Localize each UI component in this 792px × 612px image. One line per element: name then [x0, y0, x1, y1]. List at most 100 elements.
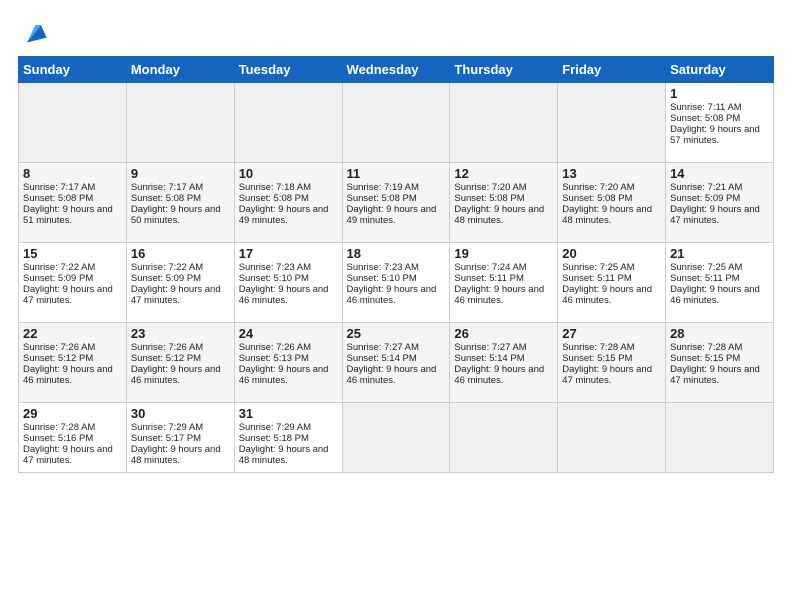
sunrise-text: Sunrise: 7:29 AM — [131, 422, 203, 433]
page-container: SundayMondayTuesdayWednesdayThursdayFrid… — [0, 0, 792, 483]
day-number: 27 — [562, 326, 661, 341]
weekday-header: Sunday — [19, 57, 127, 83]
sunrise-text: Sunrise: 7:25 AM — [670, 262, 742, 273]
day-number: 20 — [562, 246, 661, 261]
sunset-text: Sunset: 5:08 PM — [23, 193, 93, 204]
calendar-cell: 15Sunrise: 7:22 AMSunset: 5:09 PMDayligh… — [19, 243, 127, 323]
calendar-cell: 19Sunrise: 7:24 AMSunset: 5:11 PMDayligh… — [450, 243, 558, 323]
sunrise-text: Sunrise: 7:21 AM — [670, 182, 742, 193]
sunset-text: Sunset: 5:08 PM — [562, 193, 632, 204]
day-number: 25 — [347, 326, 446, 341]
weekday-header: Wednesday — [342, 57, 450, 83]
sunrise-text: Sunrise: 7:20 AM — [454, 182, 526, 193]
calendar-cell: 8Sunrise: 7:17 AMSunset: 5:08 PMDaylight… — [19, 163, 127, 243]
daylight-text: Daylight: 9 hours and 47 minutes. — [131, 284, 221, 306]
day-number: 18 — [347, 246, 446, 261]
daylight-text: Daylight: 9 hours and 49 minutes. — [347, 204, 437, 226]
daylight-text: Daylight: 9 hours and 57 minutes. — [670, 124, 760, 146]
calendar-cell: 24Sunrise: 7:26 AMSunset: 5:13 PMDayligh… — [234, 323, 342, 403]
calendar-cell — [19, 83, 127, 163]
logo — [18, 18, 48, 46]
calendar-cell: 16Sunrise: 7:22 AMSunset: 5:09 PMDayligh… — [126, 243, 234, 323]
sunset-text: Sunset: 5:15 PM — [670, 353, 740, 364]
sunrise-text: Sunrise: 7:22 AM — [131, 262, 203, 273]
calendar-cell: 28Sunrise: 7:28 AMSunset: 5:15 PMDayligh… — [666, 323, 774, 403]
calendar-cell: 12Sunrise: 7:20 AMSunset: 5:08 PMDayligh… — [450, 163, 558, 243]
day-number: 30 — [131, 406, 230, 421]
calendar-cell: 30Sunrise: 7:29 AMSunset: 5:17 PMDayligh… — [126, 403, 234, 473]
daylight-text: Daylight: 9 hours and 46 minutes. — [23, 364, 113, 386]
day-number: 12 — [454, 166, 553, 181]
sunrise-text: Sunrise: 7:26 AM — [131, 342, 203, 353]
sunrise-text: Sunrise: 7:17 AM — [131, 182, 203, 193]
calendar-cell: 17Sunrise: 7:23 AMSunset: 5:10 PMDayligh… — [234, 243, 342, 323]
daylight-text: Daylight: 9 hours and 47 minutes. — [670, 204, 760, 226]
sunset-text: Sunset: 5:10 PM — [239, 273, 309, 284]
sunrise-text: Sunrise: 7:27 AM — [347, 342, 419, 353]
calendar-cell — [126, 83, 234, 163]
sunrise-text: Sunrise: 7:24 AM — [454, 262, 526, 273]
calendar-cell — [450, 83, 558, 163]
sunset-text: Sunset: 5:18 PM — [239, 433, 309, 444]
calendar-cell: 25Sunrise: 7:27 AMSunset: 5:14 PMDayligh… — [342, 323, 450, 403]
calendar-cell: 14Sunrise: 7:21 AMSunset: 5:09 PMDayligh… — [666, 163, 774, 243]
sunrise-text: Sunrise: 7:22 AM — [23, 262, 95, 273]
day-number: 23 — [131, 326, 230, 341]
day-number: 28 — [670, 326, 769, 341]
sunrise-text: Sunrise: 7:19 AM — [347, 182, 419, 193]
sunset-text: Sunset: 5:10 PM — [347, 273, 417, 284]
sunset-text: Sunset: 5:08 PM — [347, 193, 417, 204]
sunset-text: Sunset: 5:12 PM — [131, 353, 201, 364]
daylight-text: Daylight: 9 hours and 47 minutes. — [23, 444, 113, 466]
daylight-text: Daylight: 9 hours and 46 minutes. — [239, 284, 329, 306]
sunrise-text: Sunrise: 7:27 AM — [454, 342, 526, 353]
calendar-cell — [450, 403, 558, 473]
calendar-cell: 18Sunrise: 7:23 AMSunset: 5:10 PMDayligh… — [342, 243, 450, 323]
day-number: 13 — [562, 166, 661, 181]
calendar-cell: 1Sunrise: 7:11 AMSunset: 5:08 PMDaylight… — [666, 83, 774, 163]
sunset-text: Sunset: 5:11 PM — [562, 273, 632, 284]
sunset-text: Sunset: 5:14 PM — [347, 353, 417, 364]
sunset-text: Sunset: 5:08 PM — [239, 193, 309, 204]
day-number: 16 — [131, 246, 230, 261]
sunrise-text: Sunrise: 7:20 AM — [562, 182, 634, 193]
sunset-text: Sunset: 5:09 PM — [131, 273, 201, 284]
calendar-cell — [342, 403, 450, 473]
sunset-text: Sunset: 5:13 PM — [239, 353, 309, 364]
daylight-text: Daylight: 9 hours and 46 minutes. — [562, 284, 652, 306]
sunset-text: Sunset: 5:09 PM — [670, 193, 740, 204]
calendar-cell — [342, 83, 450, 163]
weekday-header: Friday — [558, 57, 666, 83]
daylight-text: Daylight: 9 hours and 48 minutes. — [454, 204, 544, 226]
daylight-text: Daylight: 9 hours and 48 minutes. — [131, 444, 221, 466]
sunrise-text: Sunrise: 7:26 AM — [239, 342, 311, 353]
calendar-cell: 23Sunrise: 7:26 AMSunset: 5:12 PMDayligh… — [126, 323, 234, 403]
daylight-text: Daylight: 9 hours and 46 minutes. — [454, 284, 544, 306]
daylight-text: Daylight: 9 hours and 48 minutes. — [239, 444, 329, 466]
calendar-cell — [666, 403, 774, 473]
sunrise-text: Sunrise: 7:29 AM — [239, 422, 311, 433]
sunrise-text: Sunrise: 7:23 AM — [239, 262, 311, 273]
sunset-text: Sunset: 5:11 PM — [670, 273, 740, 284]
logo-icon — [20, 18, 48, 46]
sunset-text: Sunset: 5:09 PM — [23, 273, 93, 284]
day-number: 26 — [454, 326, 553, 341]
day-number: 8 — [23, 166, 122, 181]
sunrise-text: Sunrise: 7:28 AM — [670, 342, 742, 353]
daylight-text: Daylight: 9 hours and 47 minutes. — [562, 364, 652, 386]
daylight-text: Daylight: 9 hours and 50 minutes. — [131, 204, 221, 226]
calendar-cell — [558, 83, 666, 163]
daylight-text: Daylight: 9 hours and 46 minutes. — [347, 364, 437, 386]
day-number: 21 — [670, 246, 769, 261]
page-header — [18, 18, 774, 46]
day-number: 31 — [239, 406, 338, 421]
daylight-text: Daylight: 9 hours and 48 minutes. — [562, 204, 652, 226]
calendar-cell: 10Sunrise: 7:18 AMSunset: 5:08 PMDayligh… — [234, 163, 342, 243]
calendar-cell: 13Sunrise: 7:20 AMSunset: 5:08 PMDayligh… — [558, 163, 666, 243]
daylight-text: Daylight: 9 hours and 51 minutes. — [23, 204, 113, 226]
day-number: 15 — [23, 246, 122, 261]
day-number: 19 — [454, 246, 553, 261]
calendar-cell: 27Sunrise: 7:28 AMSunset: 5:15 PMDayligh… — [558, 323, 666, 403]
sunrise-text: Sunrise: 7:28 AM — [23, 422, 95, 433]
calendar-cell — [234, 83, 342, 163]
